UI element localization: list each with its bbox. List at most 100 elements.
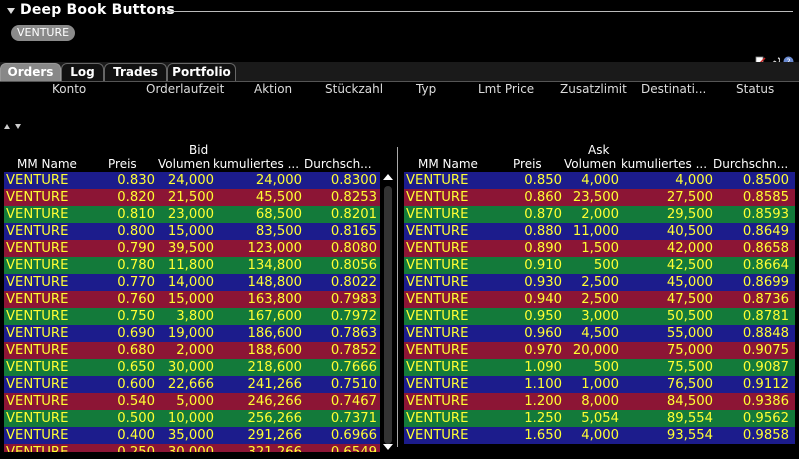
bid-row[interactable]: VENTURE 0.540 5,000 246,266 0.7467 — [4, 393, 380, 410]
ask-cell-mm-name: VENTURE — [406, 343, 469, 358]
col-orderlaufzeit[interactable]: Orderlaufzeit — [146, 82, 224, 96]
ask-row[interactable]: VENTURE 0.930 2,500 45,000 0.8699 — [404, 274, 795, 291]
tab-portfolio[interactable]: Portfolio — [167, 63, 236, 81]
bid-cell-volume: 3,800 — [176, 309, 214, 324]
col-aktion[interactable]: Aktion — [254, 82, 292, 96]
col-stueckzahl[interactable]: Stückzahl — [325, 82, 383, 96]
ask-cell-volume: 2,500 — [581, 275, 619, 290]
ask-row[interactable]: VENTURE 0.890 1,500 42,000 0.8658 — [404, 240, 795, 257]
ask-row[interactable]: VENTURE 0.850 4,000 4,000 0.8500 — [404, 172, 795, 189]
bid-row[interactable]: VENTURE 0.750 3,800 167,600 0.7972 — [4, 308, 380, 325]
bid-cell-average: 0.7371 — [330, 411, 377, 426]
bid-cell-price: 0.800 — [117, 224, 155, 239]
col-zusatzlimit[interactable]: Zusatzlimit — [560, 82, 627, 96]
ask-row[interactable]: VENTURE 0.950 3,000 50,500 0.8781 — [404, 308, 795, 325]
bid-row[interactable]: VENTURE 0.790 39,500 123,000 0.8080 — [4, 240, 380, 257]
col-lmt-price[interactable]: Lmt Price — [478, 82, 534, 96]
ask-cell-cumulative: 45,000 — [666, 275, 713, 290]
bid-head-price[interactable]: Preis — [108, 157, 137, 171]
ask-cell-average: 0.8664 — [742, 258, 789, 273]
bid-cell-average: 0.8253 — [330, 190, 377, 205]
ask-row[interactable]: VENTURE 0.960 4,500 55,000 0.8848 — [404, 325, 795, 342]
tab-log[interactable]: Log — [61, 63, 104, 81]
scroll-thumb[interactable] — [384, 186, 392, 444]
bid-row[interactable]: VENTURE 0.830 24,000 24,000 0.8300 — [4, 172, 380, 189]
bid-row[interactable]: VENTURE 0.810 23,000 68,500 0.8201 — [4, 206, 380, 223]
ask-cell-cumulative: 93,554 — [666, 428, 713, 443]
ask-cell-price: 1.090 — [524, 360, 562, 375]
bid-row[interactable]: VENTURE 0.500 10,000 256,266 0.7371 — [4, 410, 380, 427]
symbol-pill[interactable]: VENTURE — [11, 25, 76, 41]
bid-row[interactable]: VENTURE 0.250 30,000 321,266 0.6549 — [4, 444, 380, 452]
ask-row[interactable]: VENTURE 1.650 4,000 93,554 0.9858 — [404, 427, 795, 444]
tab-orders[interactable]: Orders — [0, 63, 61, 81]
orders-column-headers: Konto Orderlaufzeit Aktion Stückzahl Typ… — [0, 82, 799, 98]
bid-cell-volume: 15,000 — [167, 224, 214, 239]
ask-row[interactable]: VENTURE 1.100 1,000 76,500 0.9112 — [404, 376, 795, 393]
ask-head-volume[interactable]: Volumen — [564, 157, 616, 171]
ask-row[interactable]: VENTURE 0.860 23,500 27,500 0.8585 — [404, 189, 795, 206]
col-destination[interactable]: Destinati... — [641, 82, 706, 96]
ask-cell-volume: 2,500 — [581, 292, 619, 307]
bid-cell-cumulative: 83,500 — [255, 224, 302, 239]
window-title: Deep Book Buttons — [20, 2, 175, 18]
ask-head-price[interactable]: Preis — [513, 157, 542, 171]
ask-title: Ask — [588, 143, 610, 157]
collapse-triangle-icon[interactable] — [7, 8, 15, 14]
ask-head-mm[interactable]: MM Name — [418, 157, 478, 171]
bid-cell-cumulative: 163,800 — [247, 292, 302, 307]
col-konto[interactable]: Konto — [52, 82, 86, 96]
ask-row[interactable]: VENTURE 1.200 8,000 84,500 0.9386 — [404, 393, 795, 410]
bid-row[interactable]: VENTURE 0.600 22,666 241,266 0.7510 — [4, 376, 380, 393]
scroll-up-icon[interactable] — [383, 174, 393, 180]
bid-head-volume[interactable]: Volumen — [158, 157, 210, 171]
ask-cell-price: 0.850 — [524, 173, 562, 188]
ask-row[interactable]: VENTURE 1.250 5,054 89,554 0.9562 — [404, 410, 795, 427]
ask-head-avg[interactable]: Durchschn... — [713, 157, 788, 171]
ask-row[interactable]: VENTURE 0.880 11,000 40,500 0.8649 — [404, 223, 795, 240]
bid-head-mm[interactable]: MM Name — [17, 157, 77, 171]
ask-row[interactable]: VENTURE 0.970 20,000 75,000 0.9075 — [404, 342, 795, 359]
ask-cell-mm-name: VENTURE — [406, 394, 469, 409]
bid-row[interactable]: VENTURE 0.680 2,000 188,600 0.7852 — [4, 342, 380, 359]
bid-row[interactable]: VENTURE 0.770 14,000 148,800 0.8022 — [4, 274, 380, 291]
bid-cell-volume: 19,000 — [167, 326, 214, 341]
scroll-down-icon[interactable] — [383, 444, 393, 450]
bid-cell-cumulative: 241,266 — [247, 377, 302, 392]
bid-cell-mm-name: VENTURE — [6, 241, 69, 256]
ask-cell-price: 1.650 — [524, 428, 562, 443]
bid-row[interactable]: VENTURE 0.760 15,000 163,800 0.7983 — [4, 291, 380, 308]
bid-cell-average: 0.7863 — [330, 326, 377, 341]
bid-row[interactable]: VENTURE 0.800 15,000 83,500 0.8165 — [4, 223, 380, 240]
bid-row[interactable]: VENTURE 0.650 30,000 218,600 0.7666 — [4, 359, 380, 376]
ask-row[interactable]: VENTURE 0.910 500 42,500 0.8664 — [404, 257, 795, 274]
bid-row[interactable]: VENTURE 0.820 21,500 45,500 0.8253 — [4, 189, 380, 206]
sort-up-icon[interactable] — [4, 124, 10, 129]
col-typ[interactable]: Typ — [416, 82, 436, 96]
ask-row[interactable]: VENTURE 0.870 2,000 29,500 0.8593 — [404, 206, 795, 223]
ask-row[interactable]: VENTURE 0.940 2,500 47,500 0.8736 — [404, 291, 795, 308]
ask-head-cum[interactable]: kumuliertes ... — [621, 157, 707, 171]
ask-row[interactable]: VENTURE 1.090 500 75,500 0.9087 — [404, 359, 795, 376]
bid-cell-mm-name: VENTURE — [6, 173, 69, 188]
bid-row[interactable]: VENTURE 0.780 11,800 134,800 0.8056 — [4, 257, 380, 274]
bid-row[interactable]: VENTURE 0.400 35,000 291,266 0.6966 — [4, 427, 380, 444]
ask-cell-cumulative: 76,500 — [666, 377, 713, 392]
bid-cell-average: 0.7852 — [330, 343, 377, 358]
bid-cell-average: 0.8201 — [330, 207, 377, 222]
ask-cell-average: 0.9075 — [742, 343, 789, 358]
bid-cell-volume: 35,000 — [167, 428, 214, 443]
tab-trades[interactable]: Trades — [104, 63, 167, 81]
sort-down-icon[interactable] — [15, 124, 21, 129]
bid-row[interactable]: VENTURE 0.690 19,000 186,600 0.7863 — [4, 325, 380, 342]
ask-cell-volume: 4,000 — [581, 173, 619, 188]
title-bar: Deep Book Buttons — [0, 0, 799, 22]
bid-cell-cumulative: 148,800 — [247, 275, 302, 290]
bid-scrollbar[interactable] — [382, 172, 394, 452]
bid-head-cum[interactable]: kumuliertes ... — [213, 157, 299, 171]
col-status[interactable]: Status — [736, 82, 774, 96]
bid-cell-mm-name: VENTURE — [6, 394, 69, 409]
bid-cell-mm-name: VENTURE — [6, 411, 69, 426]
ask-cell-mm-name: VENTURE — [406, 309, 469, 324]
bid-head-avg[interactable]: Durchsch... — [304, 157, 372, 171]
